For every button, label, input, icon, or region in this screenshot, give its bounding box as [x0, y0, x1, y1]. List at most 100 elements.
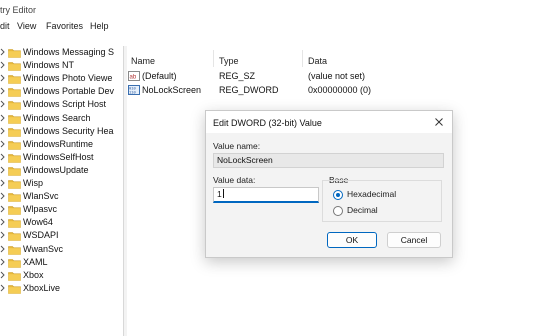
tree-item-label: WindowsUpdate	[23, 164, 89, 175]
chevron-right-icon[interactable]	[0, 192, 5, 200]
tree-item[interactable]: Xbox	[0, 269, 123, 282]
column-separator[interactable]	[213, 50, 214, 67]
tree-item-label: Windows Portable Dev	[23, 86, 115, 97]
value-name: (Default)	[142, 71, 177, 81]
value-row-default[interactable]: ab (Default) REG_SZ (value not set)	[128, 70, 548, 83]
chevron-right-icon[interactable]	[0, 127, 5, 135]
chevron-right-icon[interactable]	[0, 218, 5, 226]
tree-item[interactable]: Windows Portable Dev	[0, 85, 123, 98]
tree-item[interactable]: Windows Security Hea	[0, 125, 123, 138]
chevron-right-icon[interactable]	[0, 87, 5, 95]
folder-icon	[8, 193, 21, 202]
tree-item[interactable]: WlanSvc	[0, 190, 123, 203]
column-separator[interactable]	[302, 50, 303, 67]
app-title: try Editor	[0, 5, 37, 15]
folder-icon	[8, 114, 21, 124]
hexadecimal-radio[interactable]	[333, 190, 343, 200]
chevron-right-icon[interactable]	[0, 284, 5, 292]
folder-icon	[8, 127, 21, 137]
menu-bar: dit View Favorites Help	[0, 17, 560, 35]
column-header-type[interactable]: Type	[219, 56, 239, 66]
pane-splitter[interactable]	[123, 46, 127, 336]
close-icon[interactable]	[432, 115, 446, 129]
chevron-right-icon[interactable]	[0, 61, 5, 69]
tree-item[interactable]: Wlpasvc	[0, 203, 123, 216]
tree-item-label: Xbox	[23, 269, 44, 280]
tree-item-label: WlanSvc	[23, 191, 59, 202]
value-data-label: Value data:	[213, 175, 256, 185]
tree-item[interactable]: Wow64	[0, 216, 123, 229]
chevron-right-icon[interactable]	[0, 153, 5, 161]
chevron-right-icon[interactable]	[0, 74, 5, 82]
tree-item-label: WwanSvc	[23, 243, 64, 254]
tree-item[interactable]: WindowsUpdate	[0, 164, 123, 177]
ok-button[interactable]: OK	[327, 232, 377, 248]
tree-item[interactable]: XboxLive	[0, 282, 123, 295]
chevron-right-icon[interactable]	[0, 140, 5, 148]
folder-icon	[8, 88, 21, 98]
menu-view[interactable]: View	[17, 21, 36, 31]
hexadecimal-label[interactable]: Hexadecimal	[347, 189, 396, 199]
chevron-right-icon[interactable]	[0, 100, 5, 108]
tree-item[interactable]: WindowsRuntime	[0, 138, 123, 151]
decimal-label[interactable]: Decimal	[347, 205, 378, 215]
folder-icon	[8, 284, 21, 294]
menu-favorites[interactable]: Favorites	[46, 21, 83, 31]
folder-icon	[8, 258, 21, 268]
chevron-right-icon[interactable]	[0, 114, 5, 122]
value-name-label: Value name:	[213, 141, 261, 151]
chevron-right-icon[interactable]	[0, 271, 5, 279]
folder-icon	[8, 140, 21, 150]
tree-item-label: Windows Search	[23, 112, 91, 123]
tree-item-label: Windows Script Host	[23, 99, 107, 110]
chevron-right-icon[interactable]	[0, 48, 5, 56]
chevron-right-icon[interactable]	[0, 179, 5, 187]
string-value-icon: ab	[128, 71, 140, 81]
folder-icon	[8, 271, 21, 281]
value-name-field: NoLockScreen	[213, 153, 444, 168]
chevron-right-icon[interactable]	[0, 166, 5, 174]
decimal-radio[interactable]	[333, 206, 343, 216]
value-data-input[interactable]: 1	[213, 187, 319, 203]
column-header-data[interactable]: Data	[308, 56, 327, 66]
dialog-titlebar[interactable]: Edit DWORD (32-bit) Value	[206, 111, 452, 133]
tree-item-label: WSDAPI	[23, 230, 59, 241]
folder-icon	[8, 219, 21, 229]
tree-item-label: Wisp	[23, 178, 43, 188]
tree-item-label: Windows Security Hea	[23, 125, 114, 136]
menu-help[interactable]: Help	[90, 21, 109, 31]
folder-icon	[8, 49, 21, 58]
chevron-right-icon[interactable]	[0, 245, 5, 253]
tree-item-label: Wlpasvc	[23, 204, 58, 215]
key-tree[interactable]: Windows Messaging S Windows NT Windows Pho…	[0, 46, 123, 336]
tree-item[interactable]: Wisp	[0, 177, 123, 190]
svg-text:ab: ab	[130, 75, 137, 81]
tree-item-label: WindowsSelfHost	[23, 151, 94, 162]
tree-item[interactable]: Windows Search	[0, 112, 123, 125]
folder-icon	[8, 167, 21, 176]
binary-value-icon: 010 110	[128, 85, 140, 95]
tree-item[interactable]: WSDAPI	[0, 229, 123, 242]
tree-item[interactable]: XAML	[0, 256, 123, 269]
tree-item-label: Windows NT	[23, 60, 75, 71]
chevron-right-icon[interactable]	[0, 205, 5, 213]
tree-item[interactable]: Windows NT	[0, 59, 123, 72]
tree-item[interactable]: WindowsSelfHost	[0, 151, 123, 164]
folder-icon	[8, 153, 21, 163]
cancel-button[interactable]: Cancel	[387, 232, 441, 248]
tree-item[interactable]: Windows Script Host	[0, 98, 123, 111]
text-cursor	[222, 189, 224, 198]
value-data: 0x00000000 (0)	[308, 85, 372, 95]
menu-edit[interactable]: dit	[0, 21, 10, 31]
chevron-right-icon[interactable]	[0, 258, 5, 266]
base-group: Hexadecimal Decimal	[322, 180, 442, 222]
value-row-nolockscreen[interactable]: 010 110 NoLockScreen REG_DWORD 0x0000000…	[128, 84, 548, 97]
edit-dword-dialog: Edit DWORD (32-bit) Value Value name: No…	[205, 110, 453, 258]
tree-item[interactable]: WwanSvc	[0, 243, 123, 256]
tree-item[interactable]: Windows Photo Viewe	[0, 72, 123, 85]
tree-item[interactable]: Windows Messaging S	[0, 46, 123, 59]
tree-item-label: Wow64	[23, 217, 53, 228]
column-header-name[interactable]: Name	[131, 56, 155, 66]
tree-item-label: XAML	[23, 256, 48, 267]
chevron-right-icon[interactable]	[0, 231, 5, 239]
